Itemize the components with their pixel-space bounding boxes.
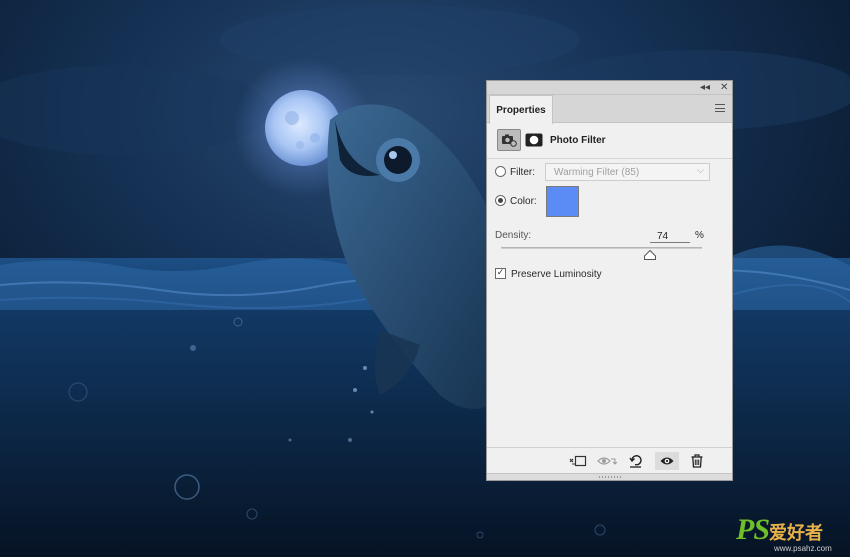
color-swatch[interactable]: [546, 186, 579, 217]
watermark-logo: PS爱好者 www.psahz.com: [736, 513, 832, 553]
hamburger-menu-icon[interactable]: [715, 104, 725, 112]
density-value: 74: [657, 231, 669, 242]
density-input[interactable]: 74: [650, 231, 690, 243]
adjustment-title: Photo Filter: [550, 135, 606, 146]
density-unit: %: [695, 230, 704, 241]
tab-properties-label: Properties: [496, 104, 546, 116]
density-slider-track[interactable]: [501, 247, 702, 249]
filter-select-value: Warming Filter (85): [554, 167, 640, 178]
camera-icon[interactable]: [497, 129, 521, 151]
color-radio[interactable]: [495, 195, 506, 206]
clip-to-layer-icon[interactable]: [566, 452, 590, 470]
panel-bottom-bar: [487, 447, 732, 473]
close-panel-icon[interactable]: ✕: [720, 82, 728, 94]
properties-panel: ◂◂ ✕ Properties Photo Filter Filter: War…: [486, 80, 733, 481]
watermark-url: www.psahz.com: [774, 544, 832, 553]
density-label: Density:: [495, 230, 532, 241]
view-previous-state-icon[interactable]: [595, 452, 619, 470]
filter-label: Filter:: [510, 167, 535, 178]
density-slider-thumb[interactable]: [643, 249, 656, 260]
color-label: Color:: [510, 196, 537, 207]
chevron-down-icon: ⌵: [697, 166, 704, 176]
layer-mask-icon[interactable]: [525, 132, 543, 147]
panel-titlebar: ◂◂ ✕: [487, 81, 732, 95]
collapse-panel-icon[interactable]: ◂◂: [700, 82, 710, 94]
watermark-brand: PS: [736, 513, 770, 546]
panel-resize-grip[interactable]: [487, 473, 732, 480]
watermark-chinese: 爱好者: [769, 523, 824, 544]
delete-icon[interactable]: [685, 452, 709, 470]
filter-select[interactable]: Warming Filter (85) ⌵: [545, 163, 710, 181]
preserve-luminosity-label: Preserve Luminosity: [511, 269, 602, 280]
filter-radio[interactable]: [495, 166, 506, 177]
tab-properties[interactable]: Properties: [489, 95, 553, 124]
preserve-luminosity-checkbox[interactable]: ✓: [495, 268, 506, 279]
reset-icon[interactable]: [624, 452, 648, 470]
toggle-visibility-icon[interactable]: [655, 452, 679, 470]
adjustment-header: Photo Filter: [487, 125, 732, 159]
panel-tab-row: Properties: [487, 95, 732, 124]
